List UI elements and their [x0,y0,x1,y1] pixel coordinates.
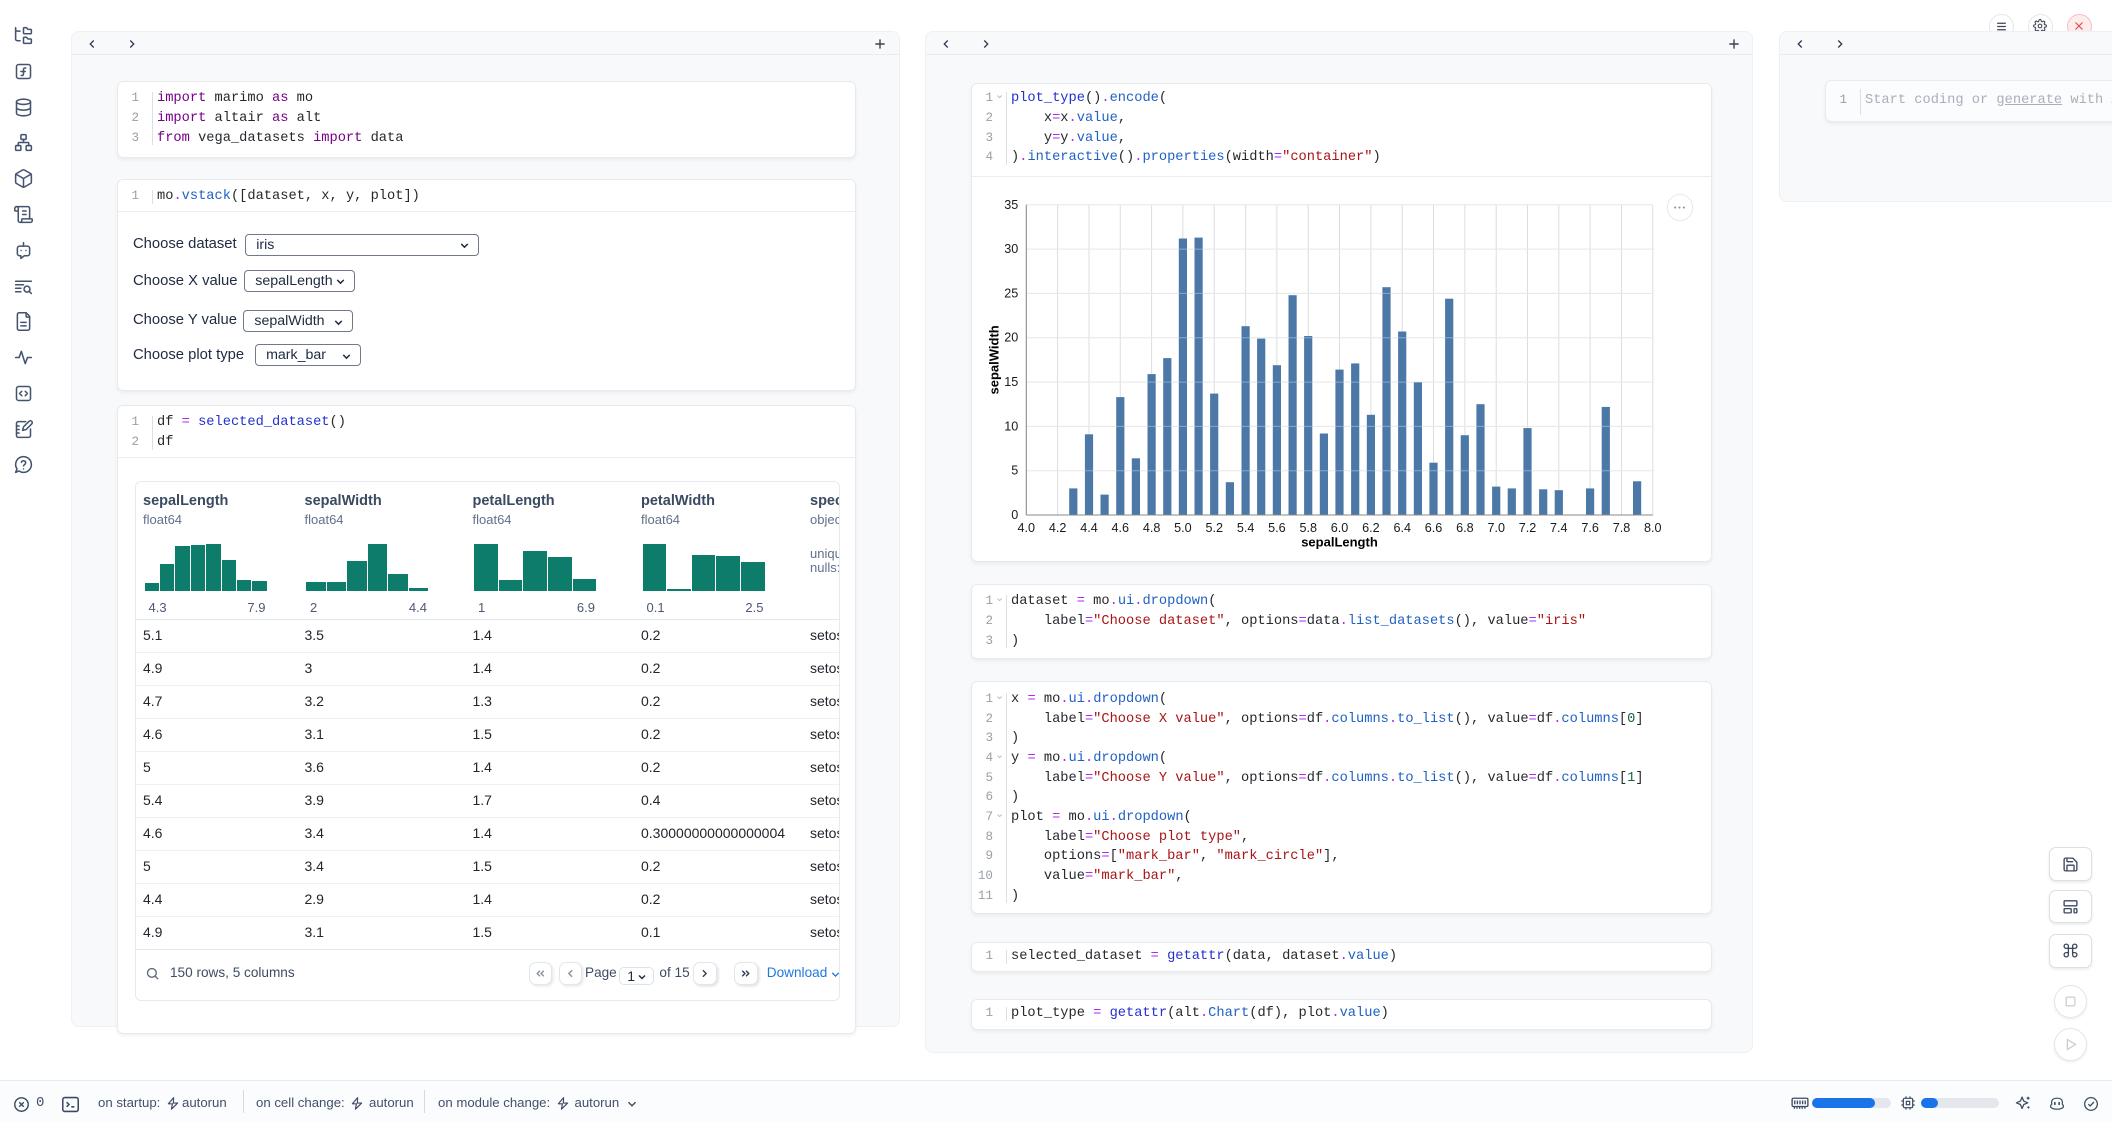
svg-text:7.4: 7.4 [1550,521,1568,535]
svg-text:5.4: 5.4 [1237,521,1255,535]
svg-text:25: 25 [1004,286,1018,300]
svg-text:4.6: 4.6 [1112,521,1130,535]
svg-text:5.8: 5.8 [1299,521,1317,535]
svg-text:6.2: 6.2 [1362,521,1380,535]
svg-text:8.0: 8.0 [1644,521,1662,535]
svg-text:30: 30 [1004,242,1018,256]
svg-text:6.4: 6.4 [1393,521,1411,535]
svg-text:4.8: 4.8 [1143,521,1161,535]
svg-text:15: 15 [1004,375,1018,389]
svg-text:35: 35 [1004,198,1018,212]
svg-text:5.2: 5.2 [1205,521,1223,535]
svg-text:5.0: 5.0 [1174,521,1192,535]
svg-text:sepalLength: sepalLength [1301,535,1378,550]
svg-text:6.8: 6.8 [1456,521,1474,535]
svg-text:6.6: 6.6 [1425,521,1443,535]
svg-text:4.2: 4.2 [1049,521,1067,535]
svg-text:7.0: 7.0 [1487,521,1505,535]
svg-text:4.0: 4.0 [1018,521,1036,535]
svg-text:10: 10 [1004,419,1018,433]
svg-text:7.2: 7.2 [1519,521,1537,535]
svg-text:20: 20 [1004,331,1018,345]
svg-text:7.6: 7.6 [1581,521,1599,535]
svg-text:4.4: 4.4 [1080,521,1098,535]
svg-text:7.8: 7.8 [1613,521,1631,535]
svg-text:sepalWidth: sepalWidth [986,325,1001,394]
svg-text:6.0: 6.0 [1331,521,1349,535]
svg-text:0: 0 [1011,508,1018,522]
svg-text:5.6: 5.6 [1268,521,1286,535]
svg-text:5: 5 [1011,464,1018,478]
